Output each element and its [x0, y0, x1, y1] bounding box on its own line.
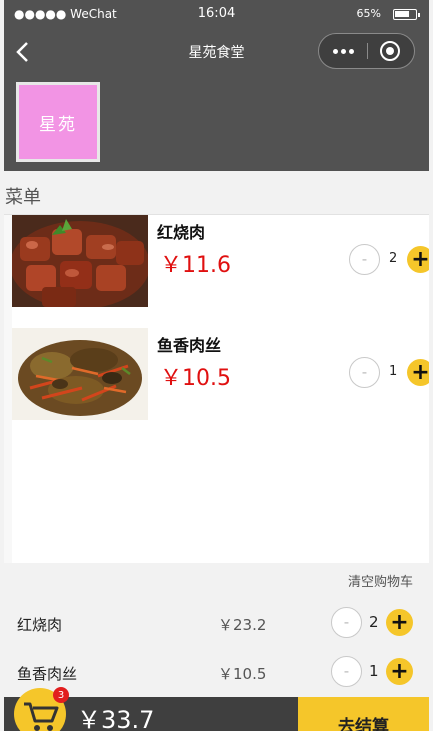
battery-icon: [393, 9, 420, 20]
cart-row: 红烧肉 ￥23.2 - 2 +: [4, 598, 429, 648]
close-target-icon[interactable]: [380, 41, 400, 61]
quantity-value: 2: [369, 613, 379, 631]
section-title: 菜单: [5, 187, 41, 208]
clear-cart-button[interactable]: 清空购物车: [348, 571, 413, 590]
quantity-value: 2: [389, 251, 398, 266]
increase-button[interactable]: +: [407, 246, 429, 273]
increase-button[interactable]: +: [386, 658, 413, 685]
menu-item[interactable]: 红烧肉 ￥11.6 - 2 +: [12, 215, 429, 307]
menu-section-header: 菜单: [4, 171, 429, 215]
cart-item-price: ￥23.2: [218, 616, 267, 634]
cart-panel: 清空购物车 红烧肉 ￥23.2 - 2 + 鱼香肉丝 ￥10.5 - 1 +: [4, 563, 429, 697]
dish-price: ￥10.5: [160, 366, 231, 391]
dish-name: 鱼香肉丝: [157, 336, 222, 355]
decrease-button[interactable]: -: [331, 656, 362, 687]
cart-count-badge: 3: [53, 687, 69, 703]
cart-total: ￥33.7: [77, 706, 155, 731]
checkout-bar: 3 ￥33.7 去结算: [4, 687, 429, 731]
increase-button[interactable]: +: [407, 359, 429, 386]
decrease-button[interactable]: -: [349, 244, 380, 275]
quantity-value: 1: [369, 662, 379, 680]
battery-percent: 65%: [356, 7, 381, 20]
dish-photo: [12, 215, 148, 307]
status-bar: ●●●●● WeChat 16:04 65%: [4, 0, 429, 27]
decrease-button[interactable]: -: [349, 357, 380, 388]
store-logo: 星苑: [16, 82, 100, 162]
dish-price: ￥11.6: [160, 253, 231, 278]
menu-list: 红烧肉 ￥11.6 - 2 + 鱼香肉丝 ￥10.5 - 1 +: [12, 215, 429, 563]
menu-item[interactable]: 鱼香肉丝 ￥10.5 - 1 +: [12, 328, 429, 420]
nav-bar: 星苑食堂: [4, 27, 429, 75]
mini-program-capsule: [318, 33, 415, 69]
capsule-divider: [367, 43, 368, 59]
cart-item-price: ￥10.5: [218, 665, 267, 683]
quantity-value: 1: [389, 364, 398, 379]
store-header: 星苑: [4, 75, 429, 171]
dish-name: 红烧肉: [157, 223, 206, 242]
decrease-button[interactable]: -: [331, 607, 362, 638]
cart-item-name: 鱼香肉丝: [17, 665, 78, 683]
more-icon[interactable]: [319, 34, 367, 68]
cart-item-name: 红烧肉: [17, 616, 63, 634]
phone-screen: ●●●●● WeChat 16:04 65% 星苑食堂 星苑 菜单 红烧肉 ￥1…: [4, 0, 429, 731]
increase-button[interactable]: +: [386, 609, 413, 636]
dish-photo: [12, 328, 148, 420]
cart-row: 鱼香肉丝 ￥10.5 - 1 +: [4, 647, 429, 697]
checkout-button[interactable]: 去结算: [298, 697, 429, 731]
